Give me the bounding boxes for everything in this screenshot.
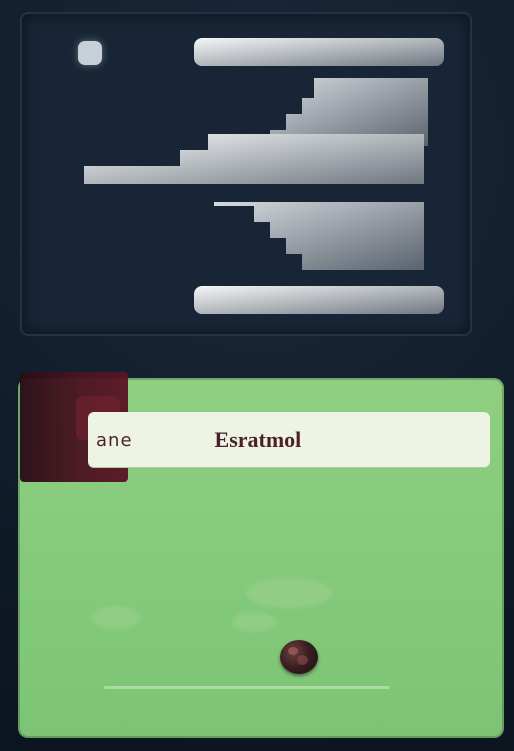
header-title: Esratmol xyxy=(214,427,302,452)
ball-icon[interactable] xyxy=(280,640,318,674)
screen: ane Esratmol xyxy=(0,0,514,751)
layers-icon xyxy=(64,38,456,330)
field-header: ane Esratmol xyxy=(88,412,490,468)
preview-panel xyxy=(20,12,472,336)
field-smudge xyxy=(232,612,276,632)
field-smudge xyxy=(246,578,332,608)
field-smudge xyxy=(92,606,140,630)
field-line xyxy=(104,686,390,689)
header-left-label: ane xyxy=(96,429,133,451)
